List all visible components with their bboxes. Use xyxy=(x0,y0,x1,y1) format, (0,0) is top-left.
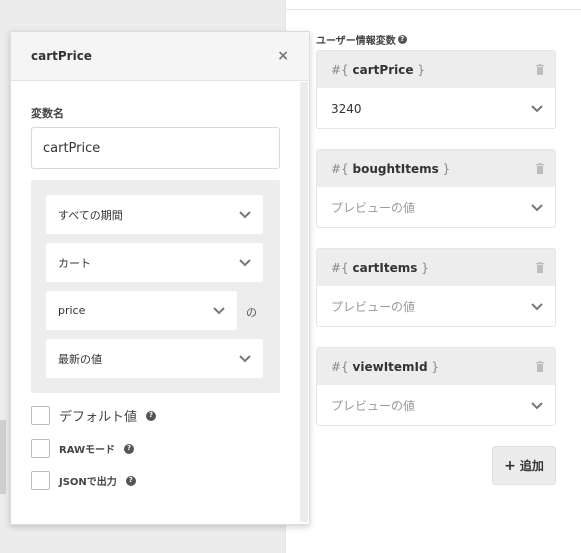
user-var-card-header: #{ viewItemId } xyxy=(317,348,555,385)
field-select[interactable]: price xyxy=(46,291,237,330)
chevron-down-icon xyxy=(531,302,543,310)
trash-icon[interactable] xyxy=(535,361,545,372)
plus-icon: + xyxy=(504,457,516,474)
add-button-label: 追加 xyxy=(519,459,544,473)
user-var-name: #{ viewItemId } xyxy=(331,359,440,374)
user-var-card: #{ viewItemId } プレビューの値 xyxy=(316,347,556,426)
close-icon[interactable]: × xyxy=(277,49,289,63)
user-var-preview-value: プレビューの値 xyxy=(331,399,416,413)
user-var-card: #{ cartPrice } 3240 xyxy=(316,50,556,129)
user-var-card-header: #{ cartPrice } xyxy=(317,51,555,88)
variable-options-box: すべての期間 カート price の 最新の値 xyxy=(31,180,280,393)
period-select-value: すべての期間 xyxy=(58,208,123,222)
add-button[interactable]: + 追加 xyxy=(492,446,556,485)
value-select-value: 最新の値 xyxy=(58,352,102,366)
user-var-card-header: #{ cartItems } xyxy=(317,249,555,286)
chevron-down-icon xyxy=(531,104,543,112)
user-vars-section-title: ユーザー情報変数 ? xyxy=(316,32,407,47)
user-var-preview-select[interactable]: プレビューの値 xyxy=(317,187,555,228)
default-value-checkbox[interactable] xyxy=(31,406,50,425)
user-var-card: #{ boughtItems } プレビューの値 xyxy=(316,149,556,228)
panel-header: cartPrice × xyxy=(11,32,309,81)
question-circle-icon[interactable]: ? xyxy=(125,475,136,486)
user-var-name: #{ cartItems } xyxy=(331,260,429,275)
trash-icon[interactable] xyxy=(535,262,545,273)
section-title-text: ユーザー情報変数 xyxy=(316,36,396,47)
user-var-name: #{ boughtItems } xyxy=(331,161,451,176)
user-var-preview-select[interactable]: 3240 xyxy=(317,88,555,129)
trash-icon[interactable] xyxy=(535,163,545,174)
field-select-value: price xyxy=(58,304,86,317)
raw-mode-checkbox[interactable] xyxy=(31,439,50,458)
chevron-down-icon xyxy=(213,306,225,314)
source-select-value: カート xyxy=(58,256,91,270)
json-output-row: JSONで出力 ? xyxy=(31,471,136,490)
user-var-preview-select[interactable]: プレビューの値 xyxy=(317,286,555,327)
question-circle-icon[interactable]: ? xyxy=(146,410,157,421)
question-circle-icon[interactable]: ? xyxy=(124,443,135,454)
raw-mode-row: RAWモード ? xyxy=(31,439,135,458)
period-select[interactable]: すべての期間 xyxy=(46,195,263,234)
panel-scrollbar[interactable] xyxy=(300,82,308,522)
user-var-preview-value: プレビューの値 xyxy=(331,300,416,314)
panel-title: cartPrice xyxy=(31,49,92,63)
user-var-name: #{ cartPrice } xyxy=(331,62,425,77)
chevron-down-icon xyxy=(239,354,251,362)
default-value-row: デフォルト値 ? xyxy=(31,406,157,425)
variable-name-input[interactable] xyxy=(31,127,280,169)
chevron-down-icon xyxy=(531,203,543,211)
user-var-card-header: #{ boughtItems } xyxy=(317,150,555,187)
raw-mode-label: RAWモード xyxy=(59,445,116,456)
source-select[interactable]: カート xyxy=(46,243,263,282)
resize-handle[interactable] xyxy=(0,420,6,494)
user-var-preview-value: プレビューの値 xyxy=(331,201,416,215)
variable-name-label: 変数名 xyxy=(31,107,64,120)
top-divider xyxy=(286,9,581,10)
user-var-preview-value: 3240 xyxy=(331,101,362,116)
chevron-down-icon xyxy=(239,258,251,266)
chevron-down-icon xyxy=(239,210,251,218)
json-output-label: JSONで出力 xyxy=(59,477,117,488)
value-select[interactable]: 最新の値 xyxy=(46,339,263,378)
trash-icon[interactable] xyxy=(535,64,545,75)
chevron-down-icon xyxy=(531,401,543,409)
user-var-card: #{ cartItems } プレビューの値 xyxy=(316,248,556,327)
default-value-label: デフォルト値 xyxy=(59,410,138,425)
user-var-preview-select[interactable]: プレビューの値 xyxy=(317,385,555,426)
no-suffix-text: の xyxy=(246,306,257,319)
question-circle-icon[interactable]: ? xyxy=(397,35,407,44)
json-output-checkbox[interactable] xyxy=(31,471,50,490)
variable-edit-panel: cartPrice × 変数名 すべての期間 カート price の 最新の値 … xyxy=(10,31,310,525)
